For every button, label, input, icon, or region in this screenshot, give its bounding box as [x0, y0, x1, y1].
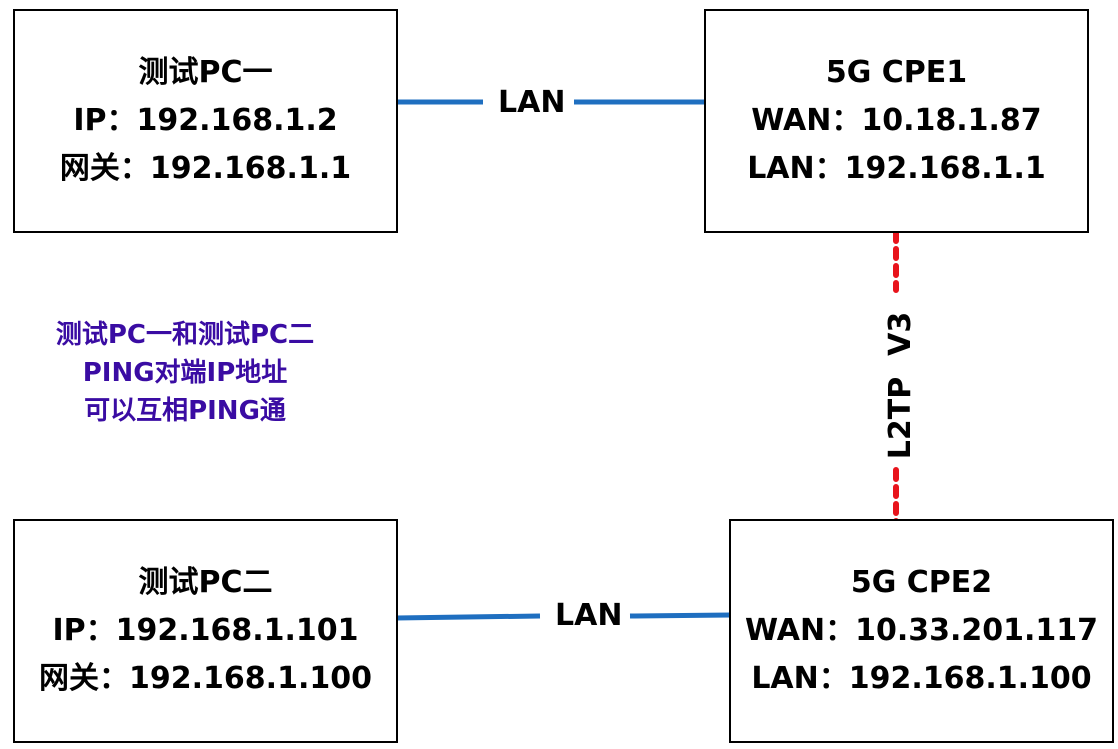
cpe2-wan: WAN：10.33.201.117 — [745, 613, 1098, 648]
pc2-box: 测试PC二 IP：192.168.1.101 网关：192.168.1.100 — [13, 519, 398, 743]
pc2-ip: IP：192.168.1.101 — [52, 613, 359, 648]
cpe2-box: 5G CPE2 WAN：10.33.201.117 LAN：192.168.1.… — [729, 519, 1114, 743]
pc2-title: 测试PC二 — [138, 565, 273, 600]
tunnel-label: L2TP V3 — [883, 311, 919, 459]
cpe1-box: 5G CPE1 WAN：10.18.1.87 LAN：192.168.1.1 — [704, 9, 1089, 233]
pc1-ip: IP：192.168.1.2 — [73, 103, 338, 138]
bottom-lan-link-right — [629, 612, 732, 619]
tunnel-label-wrap: L2TP V3 — [871, 311, 931, 458]
note-line-2: PING对端IP地址 — [82, 358, 288, 388]
cpe1-title: 5G CPE1 — [825, 55, 968, 90]
pc1-box: 测试PC一 IP：192.168.1.2 网关：192.168.1.1 — [13, 9, 398, 233]
bottom-lan-label: LAN — [555, 598, 623, 633]
pc1-title: 测试PC一 — [138, 55, 273, 90]
top-lan-label: LAN — [498, 85, 566, 120]
ping-note: 测试PC一和测试PC二 PING对端IP地址 可以互相PING通 — [20, 316, 350, 430]
pc2-gateway: 网关：192.168.1.100 — [39, 661, 372, 696]
cpe2-lan: LAN：192.168.1.100 — [751, 661, 1092, 696]
note-line-1: 测试PC一和测试PC二 — [55, 320, 315, 350]
cpe1-wan: WAN：10.18.1.87 — [751, 103, 1042, 138]
note-line-3: 可以互相PING通 — [84, 396, 286, 426]
cpe2-title: 5G CPE2 — [850, 565, 993, 600]
cpe1-lan: LAN：192.168.1.1 — [747, 151, 1046, 186]
pc1-gateway: 网关：192.168.1.1 — [59, 151, 352, 186]
bottom-lan-link-left — [395, 613, 541, 621]
